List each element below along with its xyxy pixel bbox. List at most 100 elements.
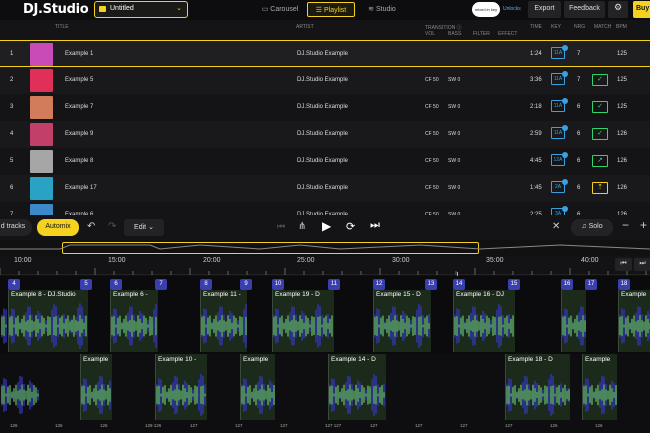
ruler-label: 10:00 — [14, 257, 32, 264]
album-art — [30, 43, 53, 66]
clip-title: Example 10 - — [158, 356, 197, 363]
overview-track-strip — [0, 244, 650, 250]
chevron-down-icon: ⌄ — [148, 224, 154, 231]
skip-back-icon[interactable]: ⏮ — [615, 258, 632, 271]
key-badge: 12A — [551, 152, 568, 166]
track-energy: 7 — [577, 51, 581, 57]
match-check-icon: ✓ — [592, 101, 608, 113]
transition-vol[interactable]: CF 50 — [425, 185, 439, 191]
table-row[interactable]: 1 Example 1 DJ.Studio Example 1:24 11A 7 125 — [0, 40, 650, 67]
track-title: Example 5 — [65, 77, 94, 83]
track-bpm: 125 — [617, 77, 628, 83]
tab-studio[interactable]: ≋ Studio — [358, 2, 406, 17]
export-button[interactable]: Export — [528, 1, 561, 18]
track-time: 1:24 — [530, 51, 542, 57]
tab-carousel[interactable]: ▭ Carousel — [256, 2, 304, 17]
clip-bpm-label: 127 — [280, 423, 288, 428]
track-number: 3 — [10, 104, 14, 110]
buy-button[interactable]: Buy — [633, 1, 650, 18]
transition-bass[interactable]: SW 0 — [448, 131, 460, 137]
undo-icon[interactable]: ↶ — [87, 221, 95, 232]
transition-vol[interactable]: CF 50 — [425, 77, 439, 83]
clip-bpm-label: 126 — [100, 423, 108, 428]
table-row[interactable]: 4 Example 9 DJ.Studio Example CF 50 SW 0 2:59… — [0, 121, 650, 148]
clip-number: 5 — [80, 279, 92, 290]
waveform — [1, 376, 39, 414]
track-bpm: 125 — [617, 51, 628, 57]
crossfade-icon[interactable]: ✕ — [552, 221, 560, 232]
track-number: 5 — [10, 158, 14, 164]
skip-forward-icon[interactable]: ⏭ — [634, 258, 650, 271]
clip-bpm-label: 128 126 — [145, 423, 162, 428]
key-badge: 11A — [551, 125, 568, 139]
waveform — [562, 306, 586, 346]
redo-icon[interactable]: ↷ — [108, 221, 116, 232]
clip-title: Example — [585, 356, 611, 363]
clip-number: 9 — [240, 279, 252, 290]
track-number: 4 — [10, 131, 14, 137]
key-badge: 11A — [551, 45, 568, 59]
clip-number: 16 — [561, 279, 573, 290]
mixed-in-key-badge[interactable]: mixed in key — [472, 2, 500, 17]
clip-bpm-label: 127 — [460, 423, 468, 428]
transition-bass[interactable]: SW 0 — [448, 185, 460, 191]
table-row[interactable]: 5 Example 8 DJ.Studio Example CF 50 SW 0 4:45… — [0, 148, 650, 175]
transition-vol[interactable]: CF 50 — [425, 104, 439, 110]
track-title: Example 9 — [65, 131, 94, 137]
automix-button[interactable]: Automix — [37, 219, 79, 236]
waveform — [273, 304, 333, 348]
clip-title: Example 6 - — [113, 291, 148, 298]
track-energy: 6 — [577, 185, 581, 191]
transition-bass[interactable]: SW 0 — [448, 104, 460, 110]
table-row[interactable]: 3 Example 7 DJ.Studio Example CF 50 SW 0 2:18… — [0, 94, 650, 121]
table-row[interactable]: 2 Example 5 DJ.Studio Example CF 50 SW 0 3:36… — [0, 67, 650, 94]
clip-number: 10 — [272, 279, 284, 290]
project-selector[interactable]: Untitled ⌄ — [94, 1, 188, 18]
zoom-in-icon[interactable]: + — [640, 218, 647, 232]
settings-gear-icon[interactable]: ⚙ — [608, 1, 628, 18]
track-number: 1 — [10, 51, 14, 57]
add-tracks-button[interactable]: d tracks — [0, 219, 32, 236]
clip-bpm-label: 127 — [370, 423, 378, 428]
mix-icon[interactable]: ⋔ — [298, 221, 306, 232]
transition-bass[interactable]: SW 0 — [448, 158, 460, 164]
match-up-icon: ⇡ — [592, 182, 608, 194]
track-artist: DJ.Studio Example — [297, 131, 349, 137]
transition-vol[interactable]: CF 50 — [425, 131, 439, 137]
unlocks-link[interactable]: Unlocks — [503, 6, 521, 12]
album-art — [30, 69, 53, 92]
chevron-down-icon: ⌄ — [176, 5, 182, 12]
track-bpm: 126 — [617, 131, 628, 137]
track-number: 6 — [10, 185, 14, 191]
track-time: 2:59 — [530, 131, 542, 137]
feedback-button[interactable]: Feedback — [564, 1, 605, 18]
clip-title: Example 19 - D — [275, 291, 320, 298]
track-time: 4:45 — [530, 158, 542, 164]
ruler-ticks — [0, 268, 647, 275]
track-energy: 7 — [577, 77, 581, 83]
album-art — [30, 150, 53, 173]
solo-button[interactable]: ♫ Solo — [571, 219, 613, 236]
match-arrow-icon: ↗ — [592, 155, 608, 167]
clip-bpm-label: 126 — [595, 423, 603, 428]
play-icon[interactable]: ▶ — [322, 219, 331, 233]
next-icon[interactable]: ⏭ — [370, 219, 380, 232]
clip-number: 13 — [425, 279, 437, 290]
table-row[interactable]: 6 Example 17 DJ.Studio Example CF 50 SW 0 1:4… — [0, 175, 650, 202]
track-energy: 6 — [577, 131, 581, 137]
album-art — [30, 123, 53, 146]
edit-dropdown[interactable]: Edit ⌄ — [124, 219, 164, 236]
tab-playlist[interactable]: ☰ Playlist — [307, 2, 355, 17]
clip-title: Example 14 - D — [331, 356, 376, 363]
ruler-label: 20:00 — [203, 257, 221, 264]
previous-icon[interactable]: ⏮ — [277, 221, 285, 232]
transition-bass[interactable]: SW 0 — [448, 77, 460, 83]
clip-number: 6 — [110, 279, 122, 290]
waveform — [374, 304, 430, 348]
waveform — [241, 376, 275, 414]
loop-icon[interactable]: ⟳ — [346, 220, 355, 233]
clip-bpm-label: 127 127 — [325, 423, 342, 428]
transition-vol[interactable]: CF 50 — [425, 158, 439, 164]
zoom-out-icon[interactable]: − — [622, 218, 629, 232]
waveform — [9, 303, 87, 349]
